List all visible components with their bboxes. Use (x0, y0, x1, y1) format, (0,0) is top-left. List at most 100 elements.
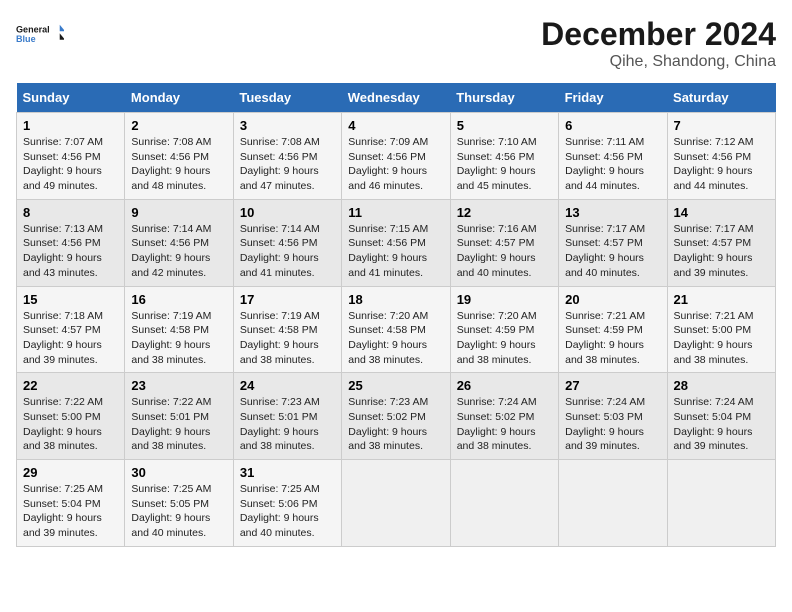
day-info: Sunrise: 7:16 AMSunset: 4:57 PMDaylight:… (457, 223, 537, 279)
weekday-header-row: SundayMondayTuesdayWednesdayThursdayFrid… (17, 83, 776, 113)
calendar-cell (450, 460, 558, 547)
calendar-week-5: 29 Sunrise: 7:25 AMSunset: 5:04 PMDaylig… (17, 460, 776, 547)
day-info: Sunrise: 7:24 AMSunset: 5:03 PMDaylight:… (565, 396, 645, 452)
day-info: Sunrise: 7:23 AMSunset: 5:01 PMDaylight:… (240, 396, 320, 452)
calendar-cell: 11 Sunrise: 7:15 AMSunset: 4:56 PMDaylig… (342, 199, 450, 286)
calendar-cell (559, 460, 667, 547)
day-number: 24 (240, 378, 335, 393)
calendar-cell: 27 Sunrise: 7:24 AMSunset: 5:03 PMDaylig… (559, 373, 667, 460)
weekday-header-wednesday: Wednesday (342, 83, 450, 113)
calendar-cell: 3 Sunrise: 7:08 AMSunset: 4:56 PMDayligh… (233, 113, 341, 200)
calendar-cell: 28 Sunrise: 7:24 AMSunset: 5:04 PMDaylig… (667, 373, 775, 460)
day-info: Sunrise: 7:24 AMSunset: 5:04 PMDaylight:… (674, 396, 754, 452)
calendar-cell: 9 Sunrise: 7:14 AMSunset: 4:56 PMDayligh… (125, 199, 233, 286)
day-info: Sunrise: 7:12 AMSunset: 4:56 PMDaylight:… (674, 136, 754, 192)
logo: General Blue (16, 16, 64, 56)
calendar-cell: 16 Sunrise: 7:19 AMSunset: 4:58 PMDaylig… (125, 286, 233, 373)
day-number: 20 (565, 292, 660, 307)
page-header: General Blue December 2024 Qihe, Shandon… (16, 16, 776, 71)
calendar-cell (667, 460, 775, 547)
calendar-cell: 6 Sunrise: 7:11 AMSunset: 4:56 PMDayligh… (559, 113, 667, 200)
calendar-cell: 5 Sunrise: 7:10 AMSunset: 4:56 PMDayligh… (450, 113, 558, 200)
day-info: Sunrise: 7:15 AMSunset: 4:56 PMDaylight:… (348, 223, 428, 279)
weekday-header-thursday: Thursday (450, 83, 558, 113)
day-info: Sunrise: 7:09 AMSunset: 4:56 PMDaylight:… (348, 136, 428, 192)
day-info: Sunrise: 7:13 AMSunset: 4:56 PMDaylight:… (23, 223, 103, 279)
day-number: 18 (348, 292, 443, 307)
calendar-week-4: 22 Sunrise: 7:22 AMSunset: 5:00 PMDaylig… (17, 373, 776, 460)
day-info: Sunrise: 7:25 AMSunset: 5:04 PMDaylight:… (23, 483, 103, 539)
day-number: 15 (23, 292, 118, 307)
calendar-week-1: 1 Sunrise: 7:07 AMSunset: 4:56 PMDayligh… (17, 113, 776, 200)
calendar-cell: 20 Sunrise: 7:21 AMSunset: 4:59 PMDaylig… (559, 286, 667, 373)
weekday-header-monday: Monday (125, 83, 233, 113)
weekday-header-sunday: Sunday (17, 83, 125, 113)
day-number: 14 (674, 205, 769, 220)
svg-text:Blue: Blue (16, 34, 36, 44)
calendar-cell: 21 Sunrise: 7:21 AMSunset: 5:00 PMDaylig… (667, 286, 775, 373)
day-number: 13 (565, 205, 660, 220)
calendar-table: SundayMondayTuesdayWednesdayThursdayFrid… (16, 83, 776, 547)
calendar-cell: 17 Sunrise: 7:19 AMSunset: 4:58 PMDaylig… (233, 286, 341, 373)
day-number: 12 (457, 205, 552, 220)
calendar-cell: 15 Sunrise: 7:18 AMSunset: 4:57 PMDaylig… (17, 286, 125, 373)
calendar-cell: 10 Sunrise: 7:14 AMSunset: 4:56 PMDaylig… (233, 199, 341, 286)
calendar-cell: 24 Sunrise: 7:23 AMSunset: 5:01 PMDaylig… (233, 373, 341, 460)
day-info: Sunrise: 7:19 AMSunset: 4:58 PMDaylight:… (240, 310, 320, 366)
day-info: Sunrise: 7:25 AMSunset: 5:06 PMDaylight:… (240, 483, 320, 539)
calendar-cell: 22 Sunrise: 7:22 AMSunset: 5:00 PMDaylig… (17, 373, 125, 460)
calendar-cell: 13 Sunrise: 7:17 AMSunset: 4:57 PMDaylig… (559, 199, 667, 286)
day-info: Sunrise: 7:10 AMSunset: 4:56 PMDaylight:… (457, 136, 537, 192)
day-number: 30 (131, 465, 226, 480)
day-info: Sunrise: 7:17 AMSunset: 4:57 PMDaylight:… (565, 223, 645, 279)
day-number: 27 (565, 378, 660, 393)
day-info: Sunrise: 7:21 AMSunset: 5:00 PMDaylight:… (674, 310, 754, 366)
day-info: Sunrise: 7:08 AMSunset: 4:56 PMDaylight:… (131, 136, 211, 192)
calendar-cell: 18 Sunrise: 7:20 AMSunset: 4:58 PMDaylig… (342, 286, 450, 373)
calendar-cell: 31 Sunrise: 7:25 AMSunset: 5:06 PMDaylig… (233, 460, 341, 547)
day-info: Sunrise: 7:19 AMSunset: 4:58 PMDaylight:… (131, 310, 211, 366)
title-block: December 2024 Qihe, Shandong, China (541, 16, 776, 71)
calendar-cell: 7 Sunrise: 7:12 AMSunset: 4:56 PMDayligh… (667, 113, 775, 200)
day-number: 29 (23, 465, 118, 480)
day-number: 28 (674, 378, 769, 393)
calendar-cell: 25 Sunrise: 7:23 AMSunset: 5:02 PMDaylig… (342, 373, 450, 460)
calendar-cell: 1 Sunrise: 7:07 AMSunset: 4:56 PMDayligh… (17, 113, 125, 200)
day-info: Sunrise: 7:24 AMSunset: 5:02 PMDaylight:… (457, 396, 537, 452)
weekday-header-friday: Friday (559, 83, 667, 113)
day-number: 25 (348, 378, 443, 393)
weekday-header-saturday: Saturday (667, 83, 775, 113)
day-number: 6 (565, 118, 660, 133)
main-title: December 2024 (541, 16, 776, 53)
day-number: 21 (674, 292, 769, 307)
calendar-cell: 2 Sunrise: 7:08 AMSunset: 4:56 PMDayligh… (125, 113, 233, 200)
calendar-cell: 4 Sunrise: 7:09 AMSunset: 4:56 PMDayligh… (342, 113, 450, 200)
calendar-cell: 29 Sunrise: 7:25 AMSunset: 5:04 PMDaylig… (17, 460, 125, 547)
day-number: 16 (131, 292, 226, 307)
subtitle: Qihe, Shandong, China (541, 53, 776, 71)
day-info: Sunrise: 7:22 AMSunset: 5:00 PMDaylight:… (23, 396, 103, 452)
day-number: 1 (23, 118, 118, 133)
calendar-week-3: 15 Sunrise: 7:18 AMSunset: 4:57 PMDaylig… (17, 286, 776, 373)
svg-text:General: General (16, 24, 50, 34)
day-info: Sunrise: 7:22 AMSunset: 5:01 PMDaylight:… (131, 396, 211, 452)
day-info: Sunrise: 7:14 AMSunset: 4:56 PMDaylight:… (131, 223, 211, 279)
day-number: 7 (674, 118, 769, 133)
day-number: 9 (131, 205, 226, 220)
weekday-header-tuesday: Tuesday (233, 83, 341, 113)
day-info: Sunrise: 7:07 AMSunset: 4:56 PMDaylight:… (23, 136, 103, 192)
logo-svg: General Blue (16, 16, 64, 56)
day-info: Sunrise: 7:08 AMSunset: 4:56 PMDaylight:… (240, 136, 320, 192)
calendar-cell: 30 Sunrise: 7:25 AMSunset: 5:05 PMDaylig… (125, 460, 233, 547)
day-number: 2 (131, 118, 226, 133)
calendar-cell: 23 Sunrise: 7:22 AMSunset: 5:01 PMDaylig… (125, 373, 233, 460)
day-number: 3 (240, 118, 335, 133)
day-number: 17 (240, 292, 335, 307)
day-info: Sunrise: 7:20 AMSunset: 4:59 PMDaylight:… (457, 310, 537, 366)
day-info: Sunrise: 7:11 AMSunset: 4:56 PMDaylight:… (565, 136, 644, 192)
day-info: Sunrise: 7:14 AMSunset: 4:56 PMDaylight:… (240, 223, 320, 279)
day-info: Sunrise: 7:20 AMSunset: 4:58 PMDaylight:… (348, 310, 428, 366)
day-number: 26 (457, 378, 552, 393)
day-number: 10 (240, 205, 335, 220)
calendar-week-2: 8 Sunrise: 7:13 AMSunset: 4:56 PMDayligh… (17, 199, 776, 286)
